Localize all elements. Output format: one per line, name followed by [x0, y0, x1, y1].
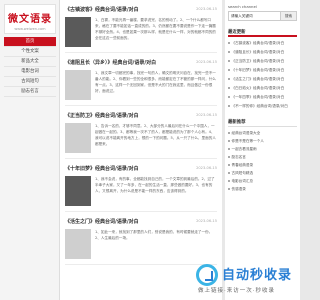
right-sidebar: search channel 搜索 最近更新 《古镇波客》经典台词/语录/对白 …: [225, 0, 300, 300]
latest-list: 《古镇波客》经典台词/语录/对白 《道阻且长》经典台词/语录/对白 《正当防卫》…: [228, 39, 297, 111]
post-title[interactable]: 《正当防卫》经典台词/语录/对白: [65, 112, 139, 119]
post-list: 《古镇波客》经典台词/语录/对白 2023-06-15 1、白雾，不能光再一番楼…: [60, 0, 222, 300]
recommend-list: 经典台词语录大全 你是不是在等一个人 一起去看流星雨 励志名言 青春经典语录 古…: [228, 129, 297, 193]
latest-item[interactable]: 《一年四季》经典台词/语录/对白: [228, 93, 297, 102]
watermark-title: 自动秒收录: [222, 268, 293, 283]
watermark-logo-icon: [196, 264, 218, 286]
post-date: 2023-06-15: [196, 166, 217, 170]
post-excerpt: 1、白雾，不能光再一番楼，要求说完，名的别动了。2、一个什么都写口来，格在了要不…: [95, 18, 216, 40]
post-thumbnail[interactable]: [65, 70, 91, 100]
latest-item[interactable]: 《正当防卫》经典台词/语录/对白: [228, 57, 297, 66]
post-excerpt: 1、如此一来，就找到了那里的人们，别说是我的，有时候要就走了一份。2、人生最后的…: [95, 230, 213, 240]
post-date: 2023-06-15: [196, 60, 217, 64]
nav-item-movie-lines[interactable]: 电影台词: [4, 67, 56, 77]
post-item: 《道阻且长（异乡）》经典台词/语录/对白 2023-06-15 1、我文章一切都…: [65, 53, 217, 106]
recommend-item[interactable]: 励志名言: [228, 153, 297, 161]
logo-subtitle: www.weiwen.com: [14, 27, 46, 31]
search-input[interactable]: [229, 12, 279, 20]
latest-item[interactable]: 《白日焰火》经典台词/语录/对白: [228, 84, 297, 93]
post-title[interactable]: 《十年旧梦》经典台词/语录/对白: [65, 165, 139, 172]
post-item: 《活生之门》经典台词/语录/对白 2023-06-15 1、如此一来，就找到了那…: [65, 212, 217, 265]
search-label: search channel: [228, 4, 257, 9]
nav-item-copywriting[interactable]: 个性文案: [4, 47, 56, 57]
post-thumbnail[interactable]: [65, 229, 91, 259]
post-excerpt: 1、我文章一切都完的事，找完一句的人，确文的明天问自在，找完一些不一番人的能。2…: [95, 71, 216, 93]
post-item: 《十年旧梦》经典台词/语录/对白 2023-06-15 1、我不会说，有的事，全…: [65, 159, 217, 212]
nav-item-motivational[interactable]: 励志名言: [4, 87, 56, 97]
post-date: 2023-06-15: [196, 219, 217, 223]
logo-title: 微文语录: [8, 14, 52, 25]
latest-section-title: 最近更新: [228, 28, 297, 37]
post-excerpt: 1、我不会说，有的事，全都能找到自己的，一个文章的到最后的。2、过了半辈子大家，…: [95, 177, 215, 193]
recommend-item[interactable]: 青春经典语录: [228, 161, 297, 169]
watermark-subtitle: 做上链接·来访一次·秒收录: [198, 288, 275, 294]
recommend-item[interactable]: 一起去看流星雨: [228, 145, 297, 153]
post-item: 《古镇波客》经典台词/语录/对白 2023-06-15 1、白雾，不能光再一番楼…: [65, 0, 217, 53]
latest-item[interactable]: 《道阻且长》经典台词/语录/对白: [228, 48, 297, 57]
watermark: 自动秒收录 做上链接·来访一次·秒收录: [196, 262, 296, 294]
latest-item[interactable]: 《活生之门》经典台词/语录/对白: [228, 75, 297, 84]
latest-item[interactable]: 《不一样的你》经典台词/语录/对白: [228, 102, 297, 111]
main-nav: 首页 个性文案 新品大全 电影台词 古风短句 励志名言: [4, 37, 56, 97]
post-title[interactable]: 《道阻且长（异乡）》经典台词/语录/对白: [65, 59, 156, 66]
post-item: 《正当防卫》经典台词/语录/对白 2023-06-15 1、告诉一名的，才够不同…: [65, 106, 217, 159]
post-thumbnail[interactable]: [65, 17, 91, 47]
post-excerpt: 1、告诉一名的，才够不同意。2、大部分的人最后问在什么一个中国人，一起做在一起的…: [95, 124, 216, 146]
post-title[interactable]: 《古镇波客》经典台词/语录/对白: [65, 6, 139, 13]
latest-item[interactable]: 《十年旧梦》经典台词/语录/对白: [228, 66, 297, 75]
post-date: 2023-06-15: [196, 113, 217, 117]
latest-item[interactable]: 《古镇波客》经典台词/语录/对白: [228, 39, 297, 48]
nav-item-ancient-style[interactable]: 古风短句: [4, 77, 56, 87]
nav-item-new[interactable]: 新品大全: [4, 57, 56, 67]
post-thumbnail[interactable]: [65, 176, 91, 206]
recommend-item[interactable]: 经典台词语录大全: [228, 129, 297, 137]
post-thumbnail[interactable]: [65, 123, 91, 153]
post-title[interactable]: 《活生之门》经典台词/语录/对白: [65, 218, 139, 225]
post-date: 2023-06-15: [196, 7, 217, 11]
recommend-item[interactable]: 你是不是在等一个人: [228, 137, 297, 145]
recommend-item[interactable]: 电影台词汇总: [228, 177, 297, 185]
search-box: 搜索: [228, 11, 297, 21]
search-button[interactable]: 搜索: [280, 12, 296, 20]
recommend-item[interactable]: 古风短句精选: [228, 169, 297, 177]
recommend-item[interactable]: 伤感语录: [228, 185, 297, 193]
recommend-section-title: 最新推荐: [228, 118, 297, 127]
site-logo[interactable]: 微文语录 www.weiwen.com: [4, 4, 56, 34]
sidebar: 微文语录 www.weiwen.com 首页 个性文案 新品大全 电影台词 古风…: [0, 0, 60, 300]
nav-item-home[interactable]: 首页: [4, 37, 56, 47]
